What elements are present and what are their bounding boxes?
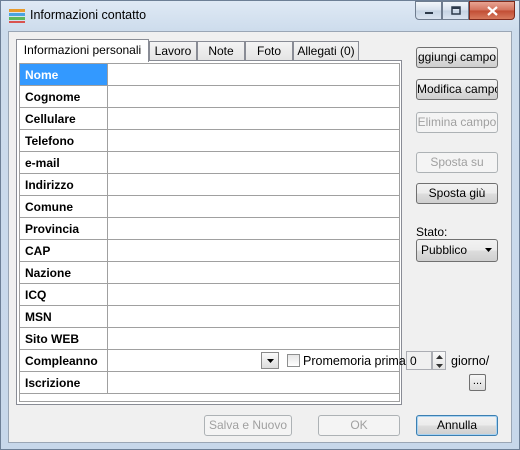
reminder-days-unit: giorno/ (451, 354, 490, 368)
close-button[interactable] (469, 1, 515, 20)
tab-label: Informazioni personali (23, 43, 142, 57)
address-book-icon (9, 9, 25, 23)
tab-notes[interactable]: Note (197, 41, 245, 61)
add-field-button[interactable]: ggiungi campo (416, 47, 498, 68)
reminder-days-spinner[interactable] (432, 351, 446, 370)
field-label: Nome (20, 64, 108, 85)
field-value[interactable] (109, 196, 399, 217)
field-label: Cognome (20, 86, 108, 107)
field-value[interactable] (109, 86, 399, 107)
delete-field-button[interactable]: Elimina campo (416, 112, 498, 133)
minimize-icon (424, 11, 433, 14)
field-row-email[interactable]: e-mail (20, 152, 399, 174)
field-label: CAP (20, 240, 108, 261)
field-value[interactable] (109, 240, 399, 261)
move-down-button[interactable]: Sposta giù (416, 183, 498, 204)
chevron-down-icon (266, 358, 274, 363)
tab-label: Note (208, 44, 234, 58)
date-dropdown-button[interactable] (261, 352, 279, 369)
field-row-iscrizione[interactable]: Iscrizione ... (20, 372, 486, 394)
field-label: e-mail (20, 152, 108, 173)
window-title: Informazioni contatto (30, 8, 147, 22)
tab-work[interactable]: Lavoro (149, 41, 197, 61)
tab-label: Allegati (0) (297, 44, 355, 58)
field-label: Nazione (20, 262, 108, 283)
maximize-button[interactable] (442, 1, 469, 20)
field-label: Iscrizione (20, 372, 108, 393)
field-row-sito-web[interactable]: Sito WEB (20, 328, 399, 350)
status-select-value: Pubblico (421, 243, 468, 257)
field-value[interactable] (109, 328, 399, 349)
browse-button[interactable]: ... (469, 374, 486, 391)
reminder-label: Promemoria prima (303, 354, 406, 368)
field-label: Comune (20, 196, 108, 217)
cancel-button[interactable]: Annulla (416, 415, 498, 436)
tab-personal-info[interactable]: Informazioni personali (16, 39, 149, 62)
field-row-provincia[interactable]: Provincia (20, 218, 399, 240)
field-value[interactable] (109, 174, 399, 195)
field-label: Provincia (20, 218, 108, 239)
personal-info-panel: Nome Cognome Cellulare Telefono e-mail I… (16, 60, 489, 405)
field-label: ICQ (20, 284, 108, 305)
spin-down-button[interactable] (433, 361, 445, 370)
close-icon (486, 5, 498, 16)
reminder-days-input[interactable]: 0 (406, 351, 432, 370)
field-row-nome[interactable]: Nome (20, 64, 399, 86)
field-value[interactable] (109, 152, 399, 173)
birthday-date-combo[interactable]: Promemoria prima 0 giorno/ (109, 350, 489, 371)
field-label: MSN (20, 306, 108, 327)
ok-button[interactable]: OK (318, 415, 400, 436)
tab-label: Foto (256, 44, 281, 58)
contact-info-window: Informazioni contatto Informazioni perso… (0, 0, 520, 450)
minimize-button[interactable] (415, 1, 442, 20)
title-bar[interactable]: Informazioni contatto (1, 1, 519, 31)
dialog-body: Informazioni personali Lavoro Note Foto … (8, 31, 512, 443)
chevron-up-icon (435, 354, 443, 359)
save-and-new-button[interactable]: Salva e Nuovo (204, 415, 292, 436)
chevron-down-icon (485, 248, 492, 252)
maximize-icon (450, 6, 461, 15)
field-grid: Nome Cognome Cellulare Telefono e-mail I… (19, 63, 489, 402)
field-value[interactable] (109, 262, 399, 283)
field-label: Compleanno (20, 350, 108, 371)
field-value[interactable] (109, 306, 399, 327)
field-row-icq[interactable]: ICQ (20, 284, 399, 306)
field-value[interactable] (109, 218, 399, 239)
field-label: Telefono (20, 130, 108, 151)
field-label: Indirizzo (20, 174, 108, 195)
field-row-indirizzo[interactable]: Indirizzo (20, 174, 399, 196)
field-row-nazione[interactable]: Nazione (20, 262, 399, 284)
field-row-cognome[interactable]: Cognome (20, 86, 399, 108)
tab-label: Lavoro (154, 44, 192, 58)
modify-field-button[interactable]: Modifica campo (416, 79, 498, 100)
field-row-compleanno[interactable]: Compleanno Promemoria prima 0 giorno/ (20, 350, 489, 372)
tab-attachments[interactable]: Allegati (0) (293, 41, 359, 61)
move-up-button[interactable]: Sposta su (416, 152, 498, 173)
status-select[interactable]: Pubblico (416, 239, 498, 262)
field-row-msn[interactable]: MSN (20, 306, 399, 328)
chevron-down-icon (435, 363, 443, 368)
tab-photo[interactable]: Foto (245, 41, 293, 61)
field-label: Sito WEB (20, 328, 108, 349)
field-row-cellulare[interactable]: Cellulare (20, 108, 399, 130)
field-value[interactable] (109, 64, 399, 85)
field-value[interactable] (109, 130, 399, 151)
reminder-checkbox[interactable] (287, 354, 300, 367)
field-row-telefono[interactable]: Telefono (20, 130, 399, 152)
status-label: Stato: (416, 225, 448, 239)
field-row-comune[interactable]: Comune (20, 196, 399, 218)
spin-up-button[interactable] (433, 352, 445, 361)
field-value[interactable]: ... (109, 372, 486, 393)
field-value[interactable] (109, 108, 399, 129)
field-label: Cellulare (20, 108, 108, 129)
field-value[interactable] (109, 284, 399, 305)
field-row-cap[interactable]: CAP (20, 240, 399, 262)
